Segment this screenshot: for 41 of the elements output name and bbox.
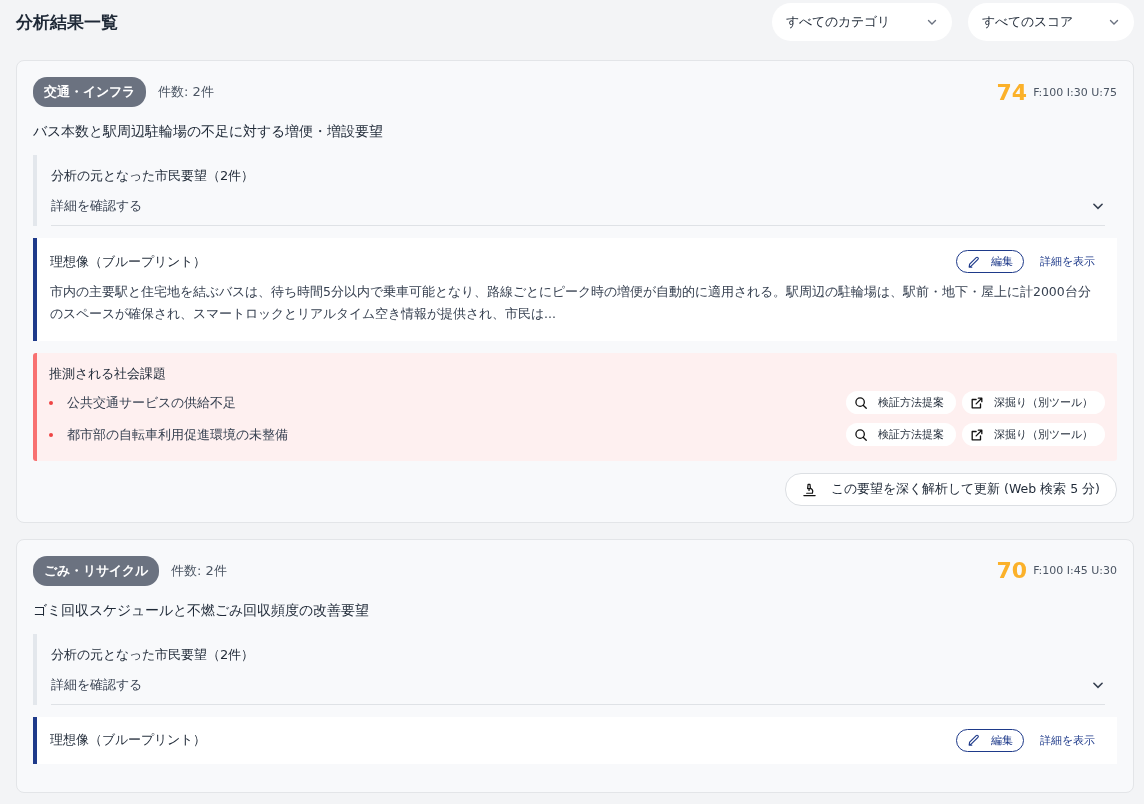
request-title: ゴミ回収スケジュールと不燃ごみ回収頻度の改善要望 — [33, 601, 370, 620]
request-count: 件数: 2件 — [171, 561, 227, 580]
filter-dropdown[interactable]: すべてのスコア — [968, 3, 1134, 41]
deep-dive-button[interactable]: 深掘り（別ツール） — [962, 423, 1105, 447]
source-heading: 分析の元となった市民要望（2件） — [51, 167, 256, 185]
deep-analysis-button[interactable]: この要望を深く解析して更新 (Web 検索 5 分) — [785, 472, 1117, 506]
score-breakdown: F:100 I:30 U:75 — [1033, 85, 1117, 99]
deep-dive-button[interactable]: 深掘り（別ツール） — [962, 391, 1105, 415]
issues-heading: 推測される社会課題 — [49, 364, 167, 383]
category-badge: 交通・インフラ — [33, 77, 146, 107]
edit-button[interactable]: 編集 — [956, 728, 1024, 752]
score-value: 70 — [996, 558, 1028, 584]
microscope-icon — [802, 481, 818, 497]
blueprint-text: 市内の主要駅と住宅地を結ぶバスは、待ち時間5分以内で乗車可能となり、路線ごとにピーク時の増便が自動的に適用される。駅周辺の駐輪場は、駅前・地下・屋上に計2000台分のスペースが確保され、スマートロックとリアルタイム空き情報が提供され、市民は... — [50, 283, 1092, 323]
show-details-link[interactable]: 詳細を表示 — [1036, 252, 1099, 271]
source-heading: 分析の元となった市民要望（2件） — [51, 645, 256, 664]
request-title: バス本数と駅周辺駐輪場の不足に対する増便・増設要望 — [33, 123, 384, 141]
verify-button[interactable]: 検証方法提案 — [846, 391, 956, 415]
details-toggle[interactable]: 詳細を確認する — [51, 197, 1105, 226]
verify-button[interactable]: 検証方法提案 — [846, 423, 956, 447]
search-icon — [854, 395, 868, 410]
external-link-icon — [970, 395, 984, 410]
issue-text: 都市部の自転車利用促進環境の未整備 — [67, 425, 288, 444]
search-icon — [854, 427, 868, 442]
filter-dropdown[interactable]: すべてのカテゴリ — [772, 3, 952, 41]
category-badge: ごみ・リサイクル — [33, 555, 159, 586]
blueprint-heading: 理想像（ブループリント） — [50, 252, 207, 271]
bullet-dot — [49, 432, 53, 437]
score-breakdown: F:100 I:45 U:30 — [1033, 564, 1117, 578]
issue-text: 公共交通サービスの供給不足 — [67, 393, 236, 412]
score-value: 74 — [996, 79, 1028, 105]
request-count: 件数: 2件 — [158, 83, 214, 101]
edit-button[interactable]: 編集 — [956, 250, 1024, 273]
bullet-dot — [49, 400, 53, 405]
show-details-link[interactable]: 詳細を表示 — [1036, 730, 1099, 750]
page-title: 分析結果一覧 — [16, 10, 119, 34]
pencil-icon — [967, 733, 981, 748]
details-toggle[interactable]: 詳細を確認する — [51, 675, 1105, 705]
pencil-icon — [967, 254, 981, 269]
external-link-icon — [970, 427, 984, 442]
blueprint-heading: 理想像（ブループリント） — [50, 731, 207, 750]
